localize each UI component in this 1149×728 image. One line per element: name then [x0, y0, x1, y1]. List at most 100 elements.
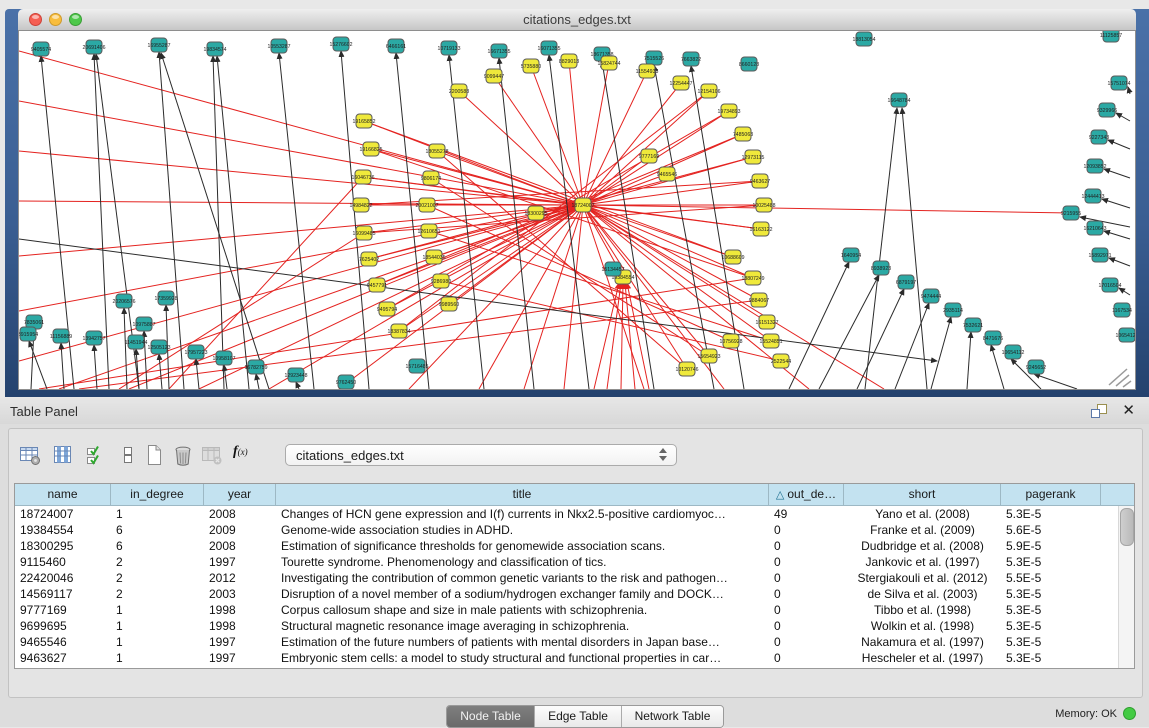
graph-node[interactable]: 12923448	[284, 368, 307, 382]
table-cell[interactable]: 6	[111, 522, 204, 538]
graph-node[interactable]: 1167534	[1112, 303, 1132, 317]
graph-node[interactable]: 9884067	[749, 293, 769, 307]
table-cell[interactable]: 14569117	[15, 586, 111, 602]
table-cell[interactable]: 1	[111, 618, 204, 634]
graph-node[interactable]: 8829013	[559, 54, 579, 68]
graph-node[interactable]: 16782759	[244, 360, 267, 374]
graph-node[interactable]: 1640954	[841, 248, 861, 262]
graph-node[interactable]: 18813054	[852, 32, 875, 46]
graph-node[interactable]: 10975887	[132, 317, 155, 331]
graph-node[interactable]: 20206576	[112, 294, 135, 308]
table-cell[interactable]: Dudbridge et al. (2008)	[844, 538, 1001, 554]
window-titlebar[interactable]: citations_edges.txt	[18, 9, 1136, 31]
table-cell[interactable]: 5.6E-5	[1001, 522, 1101, 538]
graph-node[interactable]: 10654112	[1002, 345, 1025, 359]
table-cell[interactable]: 2	[111, 586, 204, 602]
table-row[interactable]: 946554611997Estimation of the future num…	[15, 634, 1134, 650]
table-cell[interactable]: 1998	[204, 618, 276, 634]
table-row[interactable]: 2242004622012Investigating the contribut…	[15, 570, 1134, 586]
column-header-name[interactable]: name	[15, 484, 111, 505]
table-cell[interactable]: Yano et al. (2008)	[844, 506, 1001, 522]
table-row[interactable]: 1872400712008Changes of HCN gene express…	[15, 506, 1134, 522]
graph-node[interactable]: 7625402	[359, 252, 379, 266]
table-cell[interactable]: 2008	[204, 538, 276, 554]
table-cell[interactable]: 1	[111, 506, 204, 522]
table-row[interactable]: 977716911998Corpus callosum shape and si…	[15, 602, 1134, 618]
graph-node[interactable]: 9227343	[1089, 130, 1109, 144]
attribute-table[interactable]: namein_degreeyeartitle△out_de…shortpager…	[14, 483, 1135, 669]
table-cell[interactable]: 9465546	[15, 634, 111, 650]
table-cell[interactable]: 1997	[204, 554, 276, 570]
graph-node[interactable]: 19166825	[359, 142, 382, 156]
graph-node[interactable]: 8938923	[871, 261, 891, 275]
column-header-in_degree[interactable]: in_degree	[111, 484, 204, 505]
column-header-pagerank[interactable]: pagerank	[1001, 484, 1101, 505]
table-cell[interactable]: 1998	[204, 602, 276, 618]
graph-node[interactable]: 19834574	[203, 42, 226, 56]
table-cell[interactable]: 1	[111, 634, 204, 650]
graph-node[interactable]: 16955287	[147, 38, 170, 52]
table-cell[interactable]: de Silva et al. (2003)	[844, 586, 1001, 602]
column-header-out_de[interactable]: △out_de…	[769, 484, 844, 505]
graph-node[interactable]: 2522544	[771, 354, 791, 368]
table-cell[interactable]: Changes of HCN gene expression and I(f) …	[276, 506, 769, 522]
graph-node[interactable]: 9495794	[377, 302, 397, 316]
close-icon[interactable]: ✕	[1122, 401, 1135, 419]
table-cell[interactable]: 5.3E-5	[1001, 650, 1101, 666]
table-cell[interactable]: Stergiakouli et al. (2012)	[844, 570, 1001, 586]
graph-node[interactable]: 16210643	[1083, 221, 1106, 235]
graph-node[interactable]: 2200588	[449, 84, 469, 98]
table-cell[interactable]: 22420046	[15, 570, 111, 586]
graph-node[interactable]: 15892971	[1088, 248, 1111, 262]
table-cell[interactable]: Genome-wide association studies in ADHD.	[276, 522, 769, 538]
table-cell[interactable]: 0	[769, 554, 844, 570]
column-header-year[interactable]: year	[204, 484, 276, 505]
graph-node[interactable]: 15276602	[329, 37, 352, 51]
graph-node[interactable]: 18300295	[524, 206, 547, 220]
table-cell[interactable]: 9115460	[15, 554, 111, 570]
table-row[interactable]: 911546021997Tourette syndrome. Phenomeno…	[15, 554, 1134, 570]
graph-node[interactable]: 11125857	[1100, 31, 1122, 42]
graph-node[interactable]: 2935114	[943, 303, 963, 317]
table-cell[interactable]: 0	[769, 522, 844, 538]
table-cell[interactable]: Disruption of a novel member of a sodium…	[276, 586, 769, 602]
graph-node[interactable]: 12154106	[697, 84, 720, 98]
table-cell[interactable]: Jankovic et al. (1997)	[844, 554, 1001, 570]
graph-node[interactable]: 9465546	[657, 167, 677, 181]
table-scrollbar[interactable]	[1118, 506, 1134, 668]
table-cell[interactable]: 5.3E-5	[1001, 554, 1101, 570]
table-cell[interactable]: 5.3E-5	[1001, 506, 1101, 522]
graph-node[interactable]: 7532621	[963, 318, 983, 332]
graph-node[interactable]: 16071355	[537, 41, 560, 55]
graph-node[interactable]: 18387834	[387, 324, 410, 338]
table-cell[interactable]: 9699695	[15, 618, 111, 634]
graph-node[interactable]: 12610651	[417, 224, 440, 238]
graph-node[interactable]: 10756928	[719, 334, 742, 348]
graph-node[interactable]: 15134457	[601, 262, 624, 276]
table-cell[interactable]: 0	[769, 634, 844, 650]
table-cell[interactable]: 2	[111, 554, 204, 570]
table-cell[interactable]: 5.9E-5	[1001, 538, 1101, 554]
graph-node[interactable]: 18055278	[425, 144, 448, 158]
table-cell[interactable]: Tourette syndrome. Phenomenology and cla…	[276, 554, 769, 570]
table-cell[interactable]: 5.3E-5	[1001, 602, 1101, 618]
table-cell[interactable]: 0	[769, 650, 844, 666]
graph-node[interactable]: 7515526	[644, 51, 664, 65]
graph-node[interactable]: 9329966	[1097, 103, 1117, 117]
graph-node[interactable]: 9777169	[639, 149, 659, 163]
graph-node[interactable]: 7485063	[733, 127, 753, 141]
graph-node[interactable]: 12254447	[669, 76, 692, 90]
graph-node[interactable]: 12973115	[742, 150, 765, 164]
graph-node[interactable]: 15824744	[597, 56, 620, 70]
graph-node[interactable]: 16648784	[887, 93, 910, 107]
graph-node[interactable]: 6879197	[896, 275, 916, 289]
table-cell[interactable]: Corpus callosum shape and size in male p…	[276, 602, 769, 618]
table-row[interactable]: 1830029562008Estimation of significance …	[15, 538, 1134, 554]
graph-node[interactable]: 16099485	[352, 226, 375, 240]
graph-node[interactable]: 3915954	[19, 327, 38, 341]
delete-icon[interactable]	[172, 443, 194, 467]
graph-node[interactable]: 20021007	[415, 198, 438, 212]
graph-node[interactable]: 13942757	[82, 331, 105, 345]
graph-node[interactable]: 6466161	[386, 39, 406, 53]
graph-node[interactable]: 9806174	[421, 171, 441, 185]
